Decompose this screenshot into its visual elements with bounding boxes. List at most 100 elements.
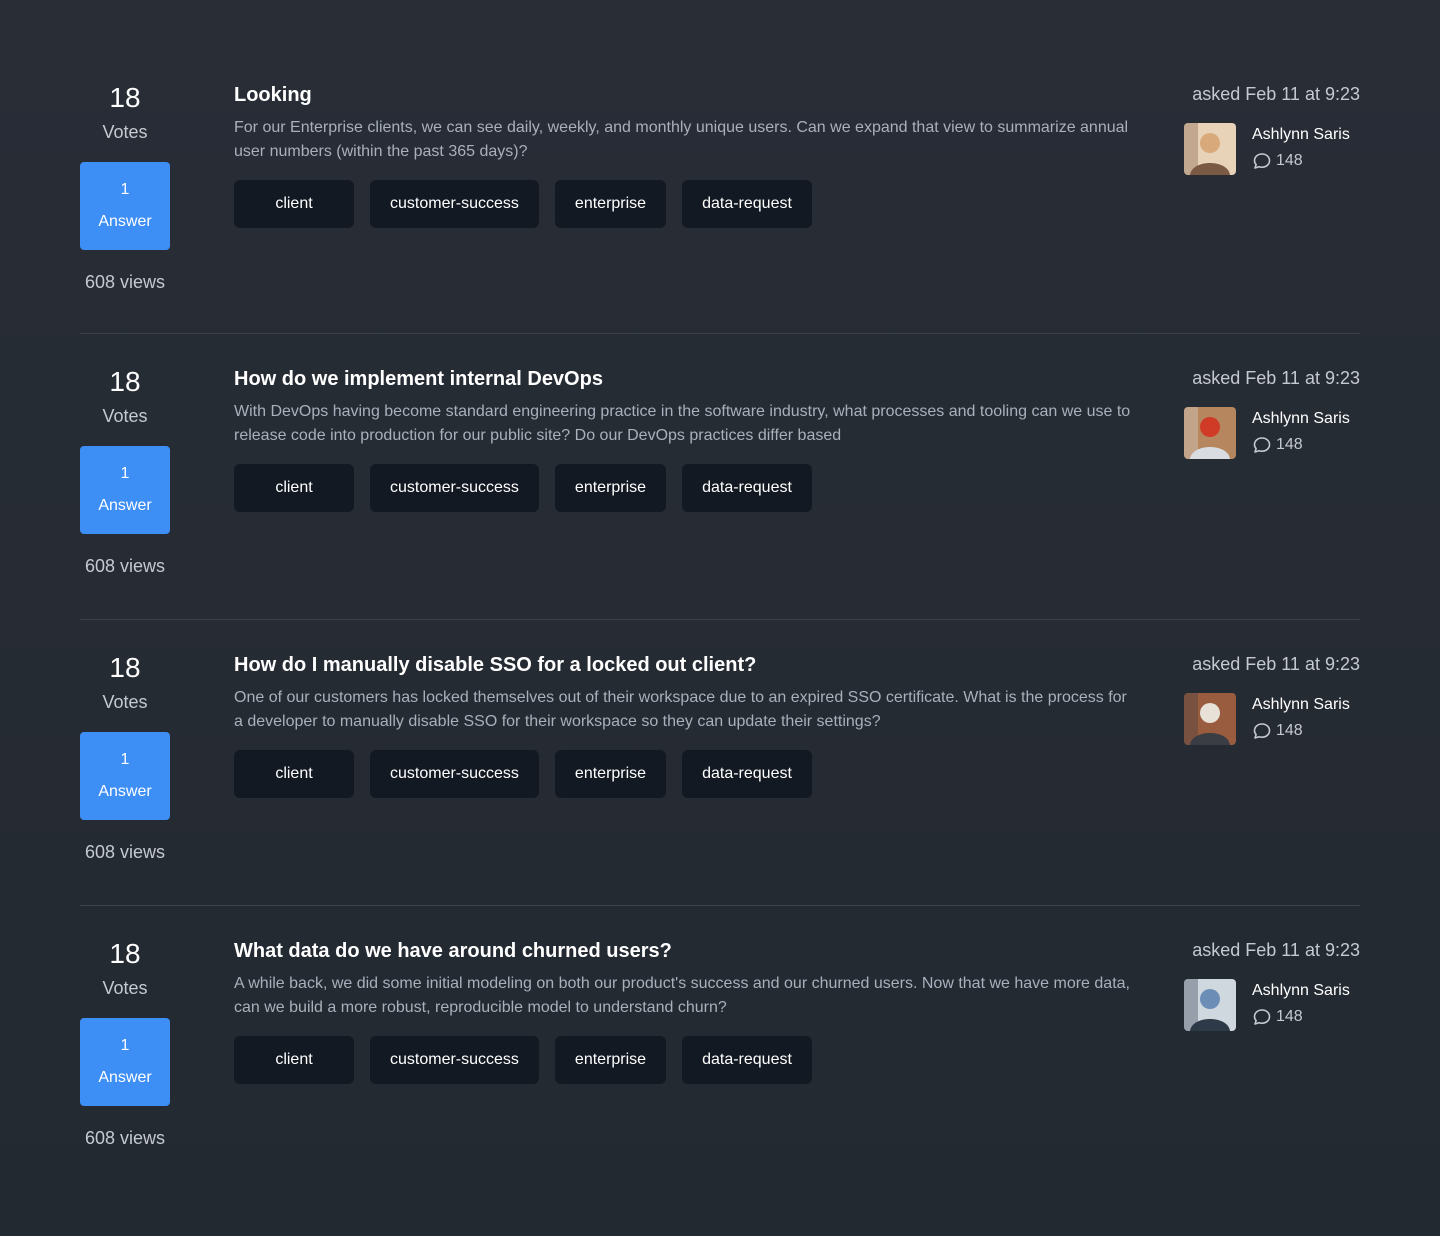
question-title[interactable]: How do we implement internal DevOps: [234, 366, 1134, 392]
avatar-photo-icon: [1184, 979, 1236, 1031]
views-count: 608 views: [84, 1128, 166, 1148]
author-info: Ashlynn Saris 148: [1252, 979, 1360, 1027]
votes-count: 18: [109, 938, 141, 969]
tag[interactable]: enterprise: [554, 180, 667, 228]
author-info: Ashlynn Saris 148: [1252, 693, 1360, 741]
comment-icon: [1253, 1009, 1271, 1025]
question-list: 18 Votes 1 Answer 608 views Looking For …: [80, 50, 1360, 1192]
tag-list: client customer-success enterprise data-…: [234, 180, 1134, 228]
question-summary: For our Enterprise clients, we can see d…: [234, 119, 1129, 160]
avatar-photo-icon: [1184, 693, 1236, 745]
asked-timestamp: asked Feb 11 at 9:23: [1192, 940, 1360, 960]
tag[interactable]: client: [234, 180, 354, 228]
tag[interactable]: data-request: [682, 1036, 812, 1084]
author-name[interactable]: Ashlynn Saris: [1252, 409, 1360, 429]
question-content: How do we implement internal DevOps With…: [234, 366, 1134, 512]
avatar-photo-icon: [1184, 123, 1236, 175]
comment-icon: [1253, 153, 1271, 169]
question-stats: 18 Votes 1 Answer 608 views: [80, 936, 170, 1150]
tag-list: client customer-success enterprise data-…: [234, 1036, 1134, 1084]
answers-button[interactable]: 1 Answer: [80, 162, 170, 250]
views-count: 608 views: [84, 842, 166, 862]
answers-button[interactable]: 1 Answer: [80, 446, 170, 534]
votes-count: 18: [109, 82, 141, 113]
votes-label: Votes: [102, 978, 148, 998]
question-content: Looking For our Enterprise clients, we c…: [234, 82, 1134, 228]
tag[interactable]: enterprise: [554, 464, 667, 512]
author-card: Ashlynn Saris 148: [1184, 407, 1360, 459]
question-stats: 18 Votes 1 Answer 608 views: [80, 650, 170, 864]
tag[interactable]: enterprise: [554, 750, 667, 798]
author-card: Ashlynn Saris 148: [1184, 693, 1360, 745]
reputation-count: 148: [1276, 436, 1303, 453]
views-count: 608 views: [84, 556, 166, 576]
answers-count: 1: [120, 1037, 130, 1054]
tag[interactable]: customer-success: [370, 750, 539, 798]
author-name[interactable]: Ashlynn Saris: [1252, 125, 1360, 145]
question-meta: asked Feb 11 at 9:23 Ashlynn Saris 148: [1184, 82, 1360, 175]
author-name[interactable]: Ashlynn Saris: [1252, 695, 1360, 715]
tag[interactable]: enterprise: [554, 1036, 667, 1084]
question-item: 18 Votes 1 Answer 608 views How do we im…: [80, 334, 1360, 620]
tag[interactable]: client: [234, 750, 354, 798]
question-title[interactable]: How do I manually disable SSO for a lock…: [234, 652, 1134, 678]
avatar[interactable]: [1184, 407, 1236, 459]
question-title[interactable]: What data do we have around churned user…: [234, 938, 1134, 964]
answers-label: Answer: [98, 213, 152, 230]
tag[interactable]: data-request: [682, 180, 812, 228]
asked-timestamp: asked Feb 11 at 9:23: [1192, 368, 1360, 388]
votes-count: 18: [109, 366, 141, 397]
answers-button[interactable]: 1 Answer: [80, 1018, 170, 1106]
reputation-count: 148: [1276, 152, 1303, 169]
asked-timestamp: asked Feb 11 at 9:23: [1192, 654, 1360, 674]
tag-list: client customer-success enterprise data-…: [234, 750, 1134, 798]
question-stats: 18 Votes 1 Answer 608 views: [80, 364, 170, 578]
question-item: 18 Votes 1 Answer 608 views Looking For …: [80, 50, 1360, 334]
answers-count: 1: [120, 465, 130, 482]
answers-count: 1: [120, 751, 130, 768]
question-stats: 18 Votes 1 Answer 608 views: [80, 80, 170, 294]
tag[interactable]: client: [234, 1036, 354, 1084]
avatar-photo-icon: [1184, 407, 1236, 459]
question-summary: With DevOps having become standard engin…: [234, 403, 1131, 444]
tag[interactable]: data-request: [682, 750, 812, 798]
reputation: 148: [1252, 1007, 1360, 1027]
question-meta: asked Feb 11 at 9:23 Ashlynn Saris 148: [1184, 938, 1360, 1031]
question-content: What data do we have around churned user…: [234, 938, 1134, 1084]
reputation-count: 148: [1276, 722, 1303, 739]
votes-label: Votes: [102, 122, 148, 142]
comment-icon: [1253, 723, 1271, 739]
question-item: 18 Votes 1 Answer 608 views How do I man…: [80, 620, 1360, 906]
question-item: 18 Votes 1 Answer 608 views What data do…: [80, 906, 1360, 1192]
question-content: How do I manually disable SSO for a lock…: [234, 652, 1134, 798]
votes-count: 18: [109, 652, 141, 683]
answers-count: 1: [120, 181, 130, 198]
author-card: Ashlynn Saris 148: [1184, 979, 1360, 1031]
answers-label: Answer: [98, 497, 152, 514]
question-summary: A while back, we did some initial modeli…: [234, 975, 1130, 1016]
avatar[interactable]: [1184, 693, 1236, 745]
reputation: 148: [1252, 721, 1360, 741]
tag[interactable]: data-request: [682, 464, 812, 512]
views-count: 608 views: [84, 272, 166, 292]
question-meta: asked Feb 11 at 9:23 Ashlynn Saris 148: [1184, 652, 1360, 745]
tag[interactable]: customer-success: [370, 180, 539, 228]
tag[interactable]: customer-success: [370, 1036, 539, 1084]
tag[interactable]: customer-success: [370, 464, 539, 512]
author-info: Ashlynn Saris 148: [1252, 123, 1360, 171]
author-name[interactable]: Ashlynn Saris: [1252, 981, 1360, 1001]
tag[interactable]: client: [234, 464, 354, 512]
reputation: 148: [1252, 435, 1360, 455]
answers-label: Answer: [98, 1069, 152, 1086]
avatar[interactable]: [1184, 123, 1236, 175]
reputation-count: 148: [1276, 1008, 1303, 1025]
author-card: Ashlynn Saris 148: [1184, 123, 1360, 175]
question-title[interactable]: Looking: [234, 82, 1134, 108]
answers-button[interactable]: 1 Answer: [80, 732, 170, 820]
reputation: 148: [1252, 151, 1360, 171]
avatar[interactable]: [1184, 979, 1236, 1031]
question-summary: One of our customers has locked themselv…: [234, 689, 1127, 730]
answers-label: Answer: [98, 783, 152, 800]
votes-label: Votes: [102, 692, 148, 712]
author-info: Ashlynn Saris 148: [1252, 407, 1360, 455]
